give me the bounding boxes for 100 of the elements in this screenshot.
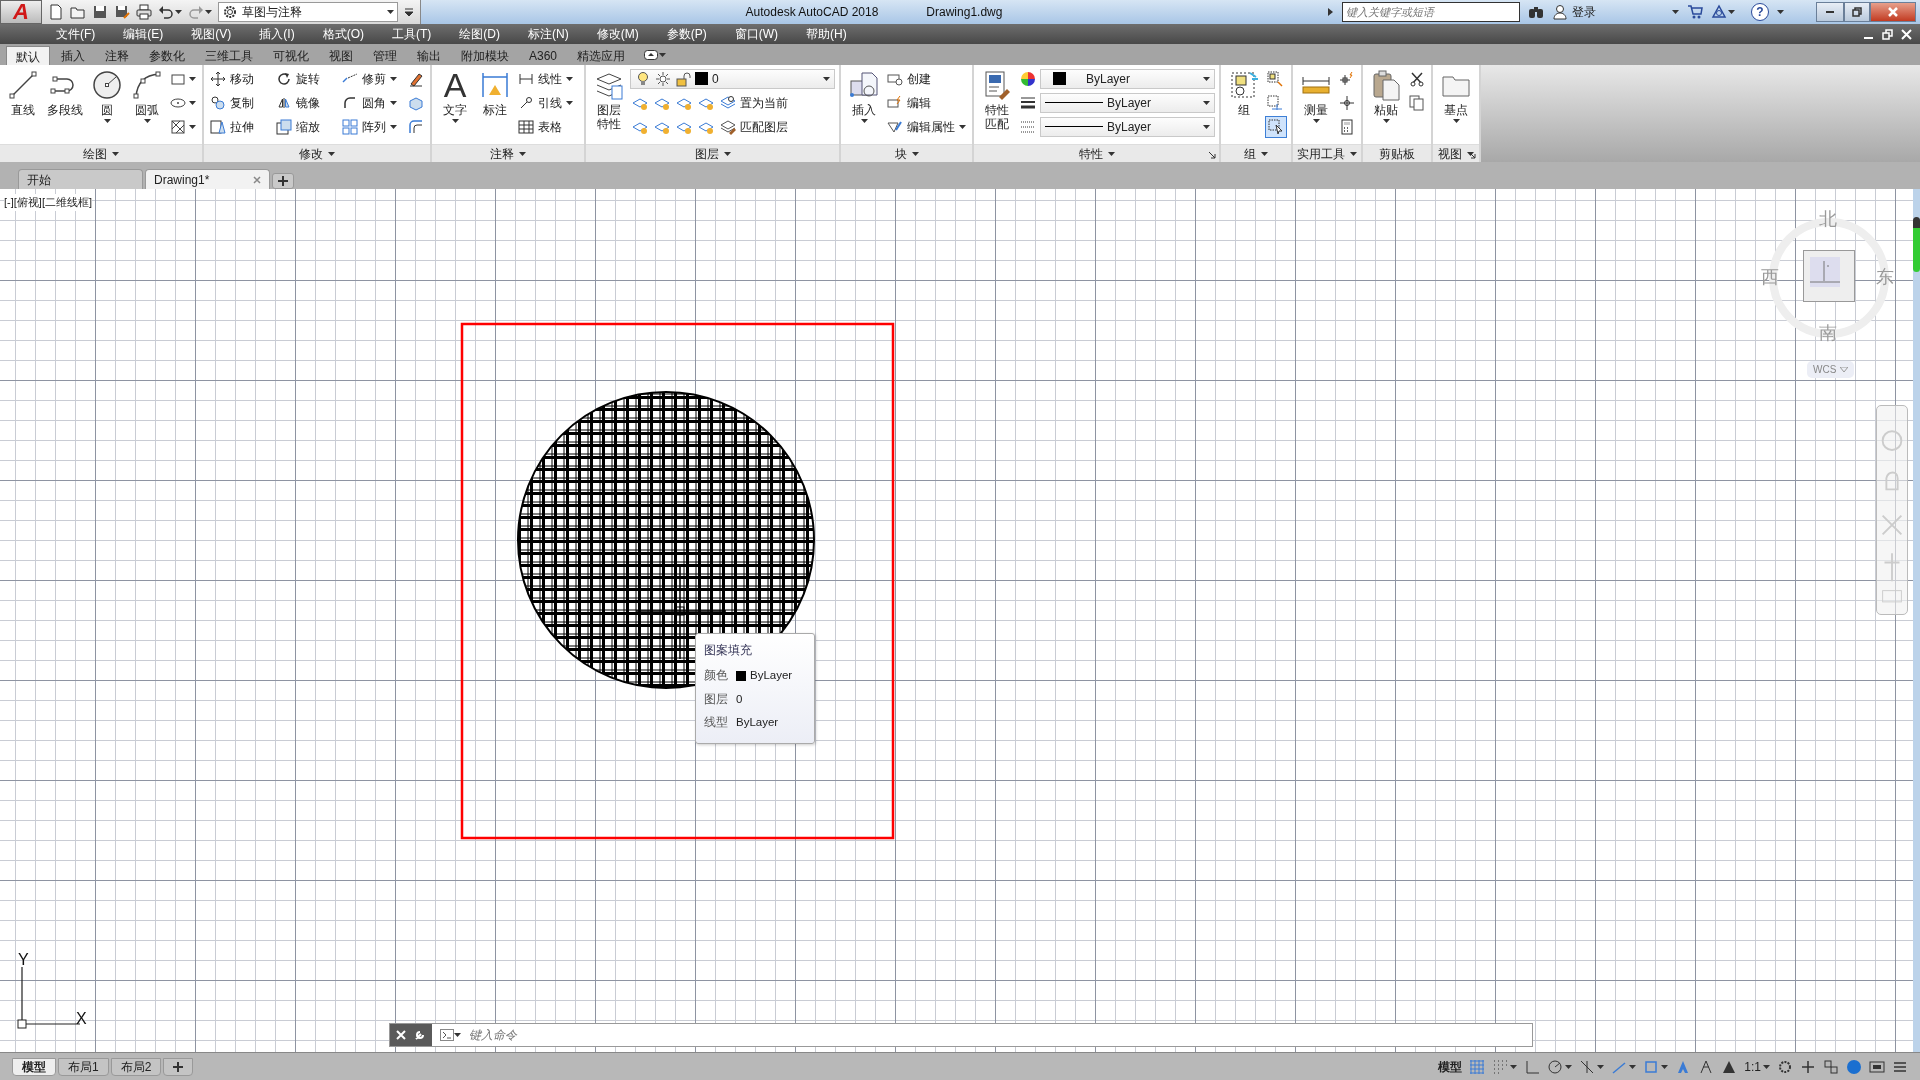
status-toggle-button[interactable]: [1547, 1058, 1573, 1075]
status-toggle-button[interactable]: [1800, 1058, 1816, 1075]
menu-item[interactable]: 参数(P): [652, 25, 721, 43]
property-dropdown[interactable]: ByLayer: [1040, 68, 1215, 89]
status-toggle-button[interactable]: [1492, 1058, 1518, 1075]
menu-item[interactable]: 工具(T): [378, 25, 446, 43]
ribbon-tab[interactable]: 附加模块: [452, 46, 518, 65]
app-menu-button[interactable]: A: [0, 0, 42, 24]
account-menu-button[interactable]: [1672, 10, 1679, 14]
a360-button[interactable]: [1711, 4, 1735, 20]
ribbon-tool-button[interactable]: 直线: [4, 68, 42, 118]
menu-item[interactable]: 格式(O): [308, 25, 378, 43]
panel-title[interactable]: 图层: [692, 144, 733, 163]
ribbon-tab[interactable]: 插入: [52, 46, 94, 65]
close-button[interactable]: [1870, 2, 1916, 22]
ribbon-tool-button[interactable]: 图层特性: [590, 68, 628, 132]
menu-item[interactable]: 绘图(D): [445, 25, 514, 43]
new-file-button[interactable]: [48, 4, 64, 20]
layer-dropdown[interactable]: 0: [630, 68, 835, 89]
ribbon-tab[interactable]: 三维工具: [196, 46, 262, 65]
status-toggle-button[interactable]: [1469, 1058, 1486, 1075]
menu-item[interactable]: 修改(M): [582, 25, 653, 43]
search-field[interactable]: 键入关键字或短语: [1342, 2, 1520, 22]
new-tab-button[interactable]: [272, 173, 294, 189]
dialog-launcher-icon[interactable]: [1208, 151, 1216, 159]
ribbon-tool-button[interactable]: 粘贴: [1367, 68, 1405, 124]
dialog-launcher-icon[interactable]: [1468, 151, 1476, 159]
document-tab[interactable]: Drawing1*: [145, 169, 270, 189]
ribbon-tool-button[interactable]: 编辑: [885, 92, 949, 113]
ribbon-tab[interactable]: 管理: [364, 46, 406, 65]
menu-item[interactable]: 文件(F): [42, 25, 110, 43]
ribbon-tool-button[interactable]: 基点: [1437, 68, 1475, 124]
ribbon-tool-button[interactable]: 线性: [516, 68, 580, 89]
ribbon-icon-button[interactable]: [1265, 115, 1287, 138]
layout-tab[interactable]: 布局2: [110, 1057, 162, 1076]
recent-commands-button[interactable]: [440, 1029, 461, 1041]
ribbon-tool-button[interactable]: 修剪: [340, 68, 404, 89]
ribbon-tool-button[interactable]: 圆: [88, 68, 126, 124]
help-button[interactable]: ?: [1751, 3, 1769, 21]
open-folder-button[interactable]: [70, 4, 86, 20]
ribbon-tab[interactable]: 注释: [96, 46, 138, 65]
status-toggle-button[interactable]: [1524, 1058, 1541, 1075]
ribbon-tool-button[interactable]: 缩放: [274, 116, 338, 137]
ribbon-tool-button[interactable]: 标注: [476, 68, 514, 118]
menu-item[interactable]: 插入(I): [245, 25, 309, 43]
status-toggle-button[interactable]: [1579, 1058, 1605, 1075]
menu-item[interactable]: 帮助(H): [792, 25, 861, 43]
ribbon-tool-button[interactable]: 表格: [516, 116, 580, 137]
ribbon-tool-button[interactable]: 圆角: [340, 92, 404, 113]
ribbon-tool-button[interactable]: 阵列: [340, 116, 404, 137]
ribbon-tool-button[interactable]: 组: [1225, 68, 1263, 118]
vertical-scrollbar[interactable]: [1913, 189, 1920, 1052]
ribbon-tab[interactable]: 参数化: [140, 46, 194, 65]
ribbon-tool-button[interactable]: A 文字: [436, 68, 474, 124]
ribbon-tab[interactable]: 精选应用: [568, 46, 635, 65]
add-layout-button[interactable]: [163, 1057, 194, 1076]
scroll-thumb[interactable]: [1913, 217, 1920, 272]
ribbon-tab[interactable]: 输出: [408, 46, 450, 65]
store-button[interactable]: [1687, 4, 1703, 20]
search-button[interactable]: [1528, 4, 1544, 20]
status-toggle-button[interactable]: [1846, 1058, 1862, 1075]
redo-button[interactable]: [188, 4, 212, 20]
ribbon-tab[interactable]: 视图: [320, 46, 362, 65]
minimize-button[interactable]: [1816, 2, 1844, 22]
save-as-button[interactable]: [114, 4, 130, 20]
customize-button[interactable]: [404, 7, 414, 17]
menu-item[interactable]: 编辑(E): [109, 25, 178, 43]
ribbon-minimize-button[interactable]: [644, 49, 667, 60]
ribbon-tool-button[interactable]: 特性匹配: [978, 68, 1016, 132]
ribbon-tool-button[interactable]: 旋转: [274, 68, 338, 89]
ribbon-tab[interactable]: 默认: [6, 46, 50, 65]
status-toggle-button[interactable]: [1869, 1058, 1885, 1075]
ribbon-tool-button[interactable]: 引线: [516, 92, 580, 113]
layout-tab[interactable]: 模型: [12, 1057, 56, 1076]
ribbon-tool-button[interactable]: 复制: [208, 92, 272, 113]
property-dropdown[interactable]: ByLayer: [1040, 92, 1215, 113]
ribbon-tool-button[interactable]: 创建: [885, 68, 949, 89]
ribbon-tool-button[interactable]: 测量: [1297, 68, 1335, 124]
panel-title[interactable]: 实用工具: [1295, 144, 1359, 163]
layout-tab[interactable]: 布局1: [58, 1057, 109, 1076]
print-button[interactable]: [136, 4, 152, 20]
ribbon-tool-button[interactable]: 置为当前: [718, 92, 790, 113]
document-tab[interactable]: 开始: [18, 169, 143, 189]
ribbon-tool-button[interactable]: 编辑属性: [885, 116, 968, 137]
ribbon-tool-button[interactable]: 匹配图层: [718, 116, 790, 137]
workspace-dropdown[interactable]: 草图与注释: [218, 2, 398, 22]
annotation-scale-button[interactable]: 1:1: [1744, 1057, 1770, 1076]
menu-item[interactable]: 视图(V): [177, 25, 246, 43]
restore-button[interactable]: [1844, 2, 1870, 22]
restore-icon[interactable]: [1882, 28, 1893, 40]
model-space-button[interactable]: 模型: [1438, 1057, 1463, 1076]
ribbon-tool-button[interactable]: 移动: [208, 68, 272, 89]
menu-item[interactable]: 标注(N): [514, 25, 583, 43]
panel-title[interactable]: 特性: [1076, 144, 1117, 163]
ribbon-tool-button[interactable]: 多段线: [44, 68, 86, 118]
sign-in-button[interactable]: 登录: [1552, 3, 1596, 21]
ribbon-tool-button[interactable]: 镜像: [274, 92, 338, 113]
status-toggle-button[interactable]: [1643, 1058, 1669, 1075]
viewport-label[interactable]: [-][俯视][二维线框]: [4, 194, 92, 211]
property-dropdown[interactable]: ByLayer: [1040, 116, 1215, 137]
